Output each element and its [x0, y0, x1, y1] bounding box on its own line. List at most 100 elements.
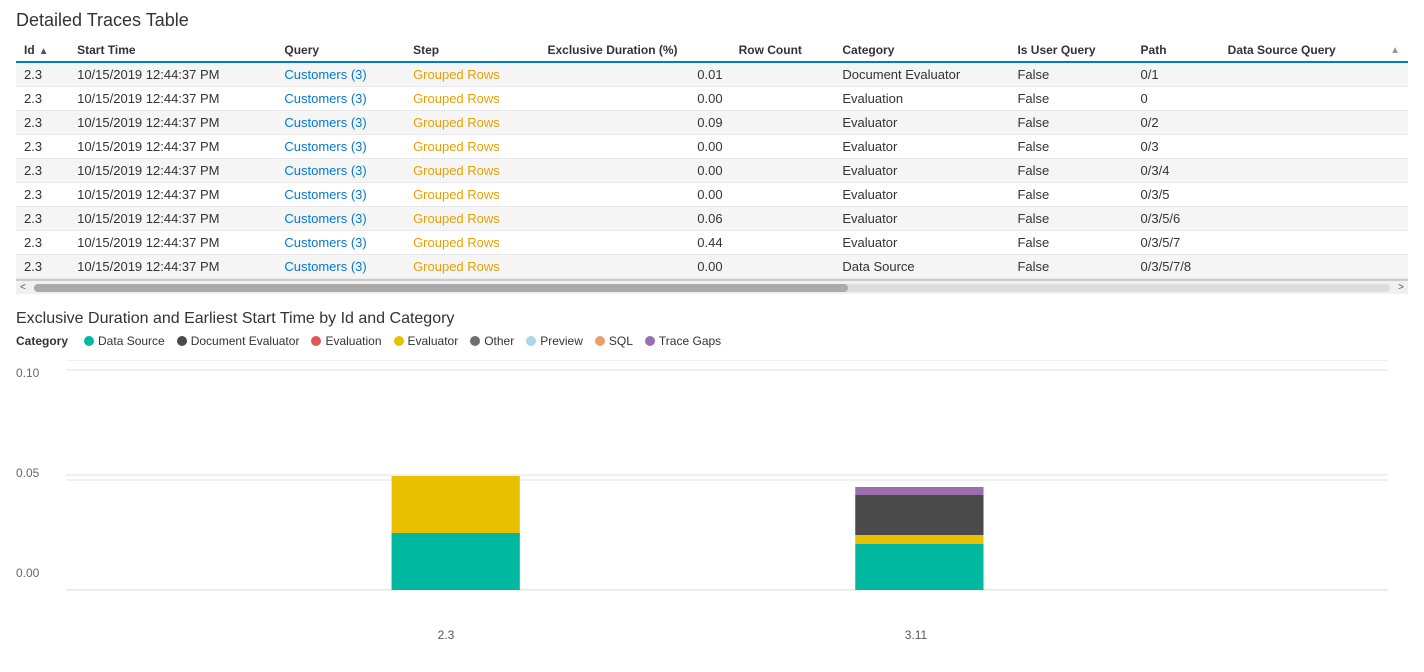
cell-7-4: 0.44	[539, 231, 730, 255]
legend-dot-trace-gaps	[645, 336, 655, 346]
table-row: 2.310/15/2019 12:44:37 PMCustomers (3)Gr…	[16, 135, 1408, 159]
cell-8-2: Customers (3)	[276, 255, 405, 279]
traces-table: Id Start Time Query Step Exclusive Durat…	[16, 39, 1408, 279]
table-row: 2.310/15/2019 12:44:37 PMCustomers (3)Gr…	[16, 207, 1408, 231]
col-header-start-time[interactable]: Start Time	[69, 39, 276, 62]
cell-3-5	[731, 135, 835, 159]
cell-0-3: Grouped Rows	[405, 62, 539, 87]
cell-5-4: 0.00	[539, 183, 730, 207]
cell-6-8: 0/3/5/6	[1133, 207, 1220, 231]
cell-3-3: Grouped Rows	[405, 135, 539, 159]
cell-4-7: False	[1009, 159, 1132, 183]
table-body: 2.310/15/2019 12:44:37 PMCustomers (3)Gr…	[16, 62, 1408, 279]
cell-3-10	[1382, 135, 1408, 159]
legend-text-evaluator: Evaluator	[408, 334, 459, 348]
bar-311-evaluator	[855, 535, 983, 544]
cell-7-0: 2.3	[16, 231, 69, 255]
x-label-311: 3.11	[905, 628, 927, 642]
cell-8-1: 10/15/2019 12:44:37 PM	[69, 255, 276, 279]
cell-0-7: False	[1009, 62, 1132, 87]
bar-23-datasource	[392, 533, 520, 590]
page-container: Detailed Traces Table Id Start Time Quer…	[0, 0, 1424, 630]
col-header-exclusive-duration[interactable]: Exclusive Duration (%)	[539, 39, 730, 62]
cell-3-8: 0/3	[1133, 135, 1220, 159]
cell-1-0: 2.3	[16, 87, 69, 111]
legend-dot-sql	[595, 336, 605, 346]
cell-2-10	[1382, 111, 1408, 135]
cell-4-5	[731, 159, 835, 183]
cell-3-4: 0.00	[539, 135, 730, 159]
cell-1-1: 10/15/2019 12:44:37 PM	[69, 87, 276, 111]
bar-311-document-evaluator	[855, 495, 983, 535]
col-header-category[interactable]: Category	[834, 39, 1009, 62]
cell-2-9	[1220, 111, 1382, 135]
cell-1-9	[1220, 87, 1382, 111]
col-header-data-source-query[interactable]: Data Source Query	[1220, 39, 1382, 62]
col-header-query[interactable]: Query	[276, 39, 405, 62]
cell-0-2: Customers (3)	[276, 62, 405, 87]
legend-item-other: Other	[470, 334, 514, 348]
cell-8-6: Data Source	[834, 255, 1009, 279]
cell-6-2: Customers (3)	[276, 207, 405, 231]
cell-7-5	[731, 231, 835, 255]
cell-3-6: Evaluator	[834, 135, 1009, 159]
cell-8-0: 2.3	[16, 255, 69, 279]
col-header-path[interactable]: Path	[1133, 39, 1220, 62]
cell-0-1: 10/15/2019 12:44:37 PM	[69, 62, 276, 87]
cell-2-2: Customers (3)	[276, 111, 405, 135]
cell-5-6: Evaluator	[834, 183, 1009, 207]
legend-item-document-evaluator: Document Evaluator	[177, 334, 300, 348]
horizontal-scrollbar[interactable]: < >	[16, 280, 1408, 294]
cell-0-8: 0/1	[1133, 62, 1220, 87]
legend-item-preview: Preview	[526, 334, 583, 348]
cell-5-8: 0/3/5	[1133, 183, 1220, 207]
traces-table-wrapper[interactable]: Id Start Time Query Step Exclusive Durat…	[16, 39, 1408, 280]
table-row: 2.310/15/2019 12:44:37 PMCustomers (3)Gr…	[16, 62, 1408, 87]
cell-0-9	[1220, 62, 1382, 87]
cell-6-3: Grouped Rows	[405, 207, 539, 231]
cell-1-2: Customers (3)	[276, 87, 405, 111]
table-row: 2.310/15/2019 12:44:37 PMCustomers (3)Gr…	[16, 111, 1408, 135]
cell-8-8: 0/3/5/7/8	[1133, 255, 1220, 279]
legend-text-trace-gaps: Trace Gaps	[659, 334, 721, 348]
chart-section: Exclusive Duration and Earliest Start Ti…	[16, 310, 1408, 620]
cell-3-7: False	[1009, 135, 1132, 159]
col-header-scroll-indicator: ▲	[1382, 39, 1408, 62]
cell-7-8: 0/3/5/7	[1133, 231, 1220, 255]
table-row: 2.310/15/2019 12:44:37 PMCustomers (3)Gr…	[16, 87, 1408, 111]
y-label-000: 0.00	[16, 566, 39, 580]
cell-4-10	[1382, 159, 1408, 183]
cell-5-0: 2.3	[16, 183, 69, 207]
bar-311-trace-gaps	[855, 487, 983, 495]
cell-4-3: Grouped Rows	[405, 159, 539, 183]
scroll-right-button[interactable]: >	[1394, 282, 1408, 293]
cell-5-1: 10/15/2019 12:44:37 PM	[69, 183, 276, 207]
legend-text-datasource: Data Source	[98, 334, 165, 348]
scroll-thumb[interactable]	[34, 284, 848, 292]
legend-dot-other	[470, 336, 480, 346]
cell-5-5	[731, 183, 835, 207]
y-label-005: 0.05	[16, 466, 39, 480]
legend-text-evaluation: Evaluation	[325, 334, 381, 348]
col-header-step[interactable]: Step	[405, 39, 539, 62]
cell-4-2: Customers (3)	[276, 159, 405, 183]
cell-6-10	[1382, 207, 1408, 231]
col-header-row-count[interactable]: Row Count	[731, 39, 835, 62]
cell-7-3: Grouped Rows	[405, 231, 539, 255]
scroll-track[interactable]	[34, 284, 1390, 292]
col-header-id[interactable]: Id	[16, 39, 69, 62]
cell-7-10	[1382, 231, 1408, 255]
cell-7-7: False	[1009, 231, 1132, 255]
bar-23-evaluator	[392, 476, 520, 533]
cell-6-1: 10/15/2019 12:44:37 PM	[69, 207, 276, 231]
legend-text-sql: SQL	[609, 334, 633, 348]
cell-0-0: 2.3	[16, 62, 69, 87]
scroll-left-button[interactable]: <	[16, 282, 30, 293]
legend-item-trace-gaps: Trace Gaps	[645, 334, 721, 348]
col-header-is-user-query[interactable]: Is User Query	[1009, 39, 1132, 62]
cell-6-5	[731, 207, 835, 231]
cell-2-8: 0/2	[1133, 111, 1220, 135]
legend-dot-preview	[526, 336, 536, 346]
cell-4-4: 0.00	[539, 159, 730, 183]
cell-5-7: False	[1009, 183, 1132, 207]
